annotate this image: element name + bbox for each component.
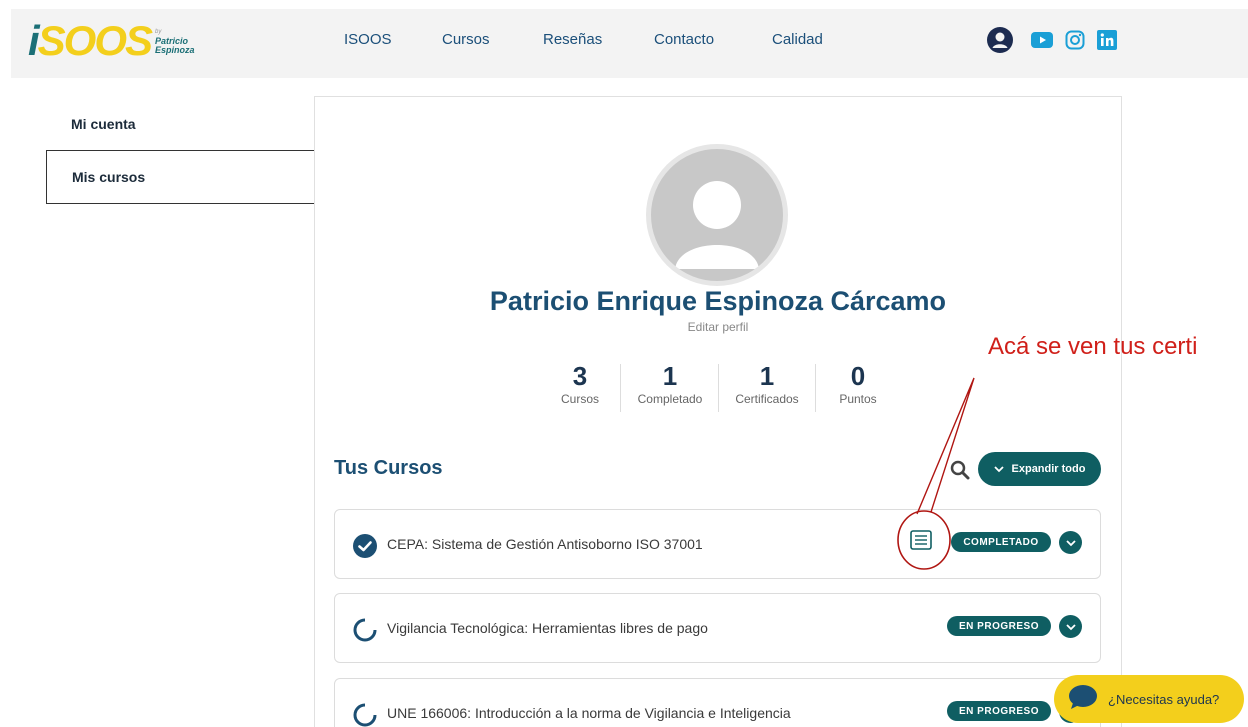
nav-isoos[interactable]: ISOOS	[344, 31, 392, 48]
site-header: iSOOS by Patricio Espinoza ISOOS Cursos …	[11, 9, 1248, 78]
stat-divider	[620, 364, 621, 412]
progress-ring-icon	[353, 618, 377, 647]
completed-check-icon	[353, 534, 377, 563]
user-icon[interactable]	[987, 27, 1013, 53]
youtube-icon[interactable]	[1031, 32, 1053, 48]
linkedin-icon[interactable]	[1097, 30, 1117, 50]
annotation-text: Acá se ven tus certi	[988, 333, 1198, 360]
status-badge: EN PROGRESO	[947, 616, 1051, 636]
courses-heading: Tus Cursos	[334, 457, 443, 479]
nav-resenas[interactable]: Reseñas	[543, 31, 602, 48]
search-icon[interactable]	[950, 460, 970, 485]
profile-name: Patricio Enrique Espinoza Cárcamo	[489, 286, 947, 316]
course-item[interactable]: Vigilancia Tecnológica: Herramientas lib…	[334, 593, 1101, 663]
expand-course-button[interactable]	[1059, 615, 1082, 638]
stat-divider	[718, 364, 719, 412]
chevron-down-icon	[1065, 539, 1076, 546]
status-badge: EN PROGRESO	[947, 701, 1051, 721]
help-button[interactable]: ¿Necesitas ayuda?	[1054, 675, 1244, 723]
sidebar-item-mis-cursos[interactable]: Mis cursos	[46, 150, 314, 204]
isoos-logo[interactable]: iSOOS by Patricio Espinoza	[28, 20, 195, 62]
status-badge: COMPLETADO	[951, 532, 1051, 552]
chevron-down-icon	[993, 466, 1004, 473]
social-links	[987, 27, 1117, 53]
expand-course-button[interactable]	[1059, 531, 1082, 554]
stat-divider	[815, 364, 816, 412]
chat-bubble-icon	[1068, 684, 1098, 715]
course-title[interactable]: Vigilancia Tecnológica: Herramientas lib…	[387, 620, 708, 636]
stat-cursos: 3 Cursos	[560, 361, 599, 406]
avatar[interactable]	[646, 144, 788, 286]
nav-cursos[interactable]: Cursos	[442, 31, 490, 48]
course-title[interactable]: CEPA: Sistema de Gestión Antisoborno ISO…	[387, 536, 703, 552]
course-item[interactable]: UNE 166006: Introducción a la norma de V…	[334, 678, 1101, 727]
edit-profile-link[interactable]: Editar perfil	[314, 320, 1122, 334]
progress-ring-icon	[353, 703, 377, 727]
course-item[interactable]: CEPA: Sistema de Gestión Antisoborno ISO…	[334, 509, 1101, 579]
expand-all-button[interactable]: Expandir todo	[978, 452, 1101, 486]
chevron-down-icon	[1065, 623, 1076, 630]
stat-completado: 1 Completado	[637, 361, 703, 406]
stat-puntos: 0 Puntos	[839, 361, 877, 406]
certificate-icon[interactable]	[910, 530, 932, 550]
nav-calidad[interactable]: Calidad	[772, 31, 823, 48]
instagram-icon[interactable]	[1065, 30, 1085, 50]
nav-contacto[interactable]: Contacto	[654, 31, 714, 48]
sidebar-item-mi-cuenta[interactable]: Mi cuenta	[46, 97, 314, 151]
stat-certificados: 1 Certificados	[735, 361, 799, 406]
course-title[interactable]: UNE 166006: Introducción a la norma de V…	[387, 705, 791, 721]
